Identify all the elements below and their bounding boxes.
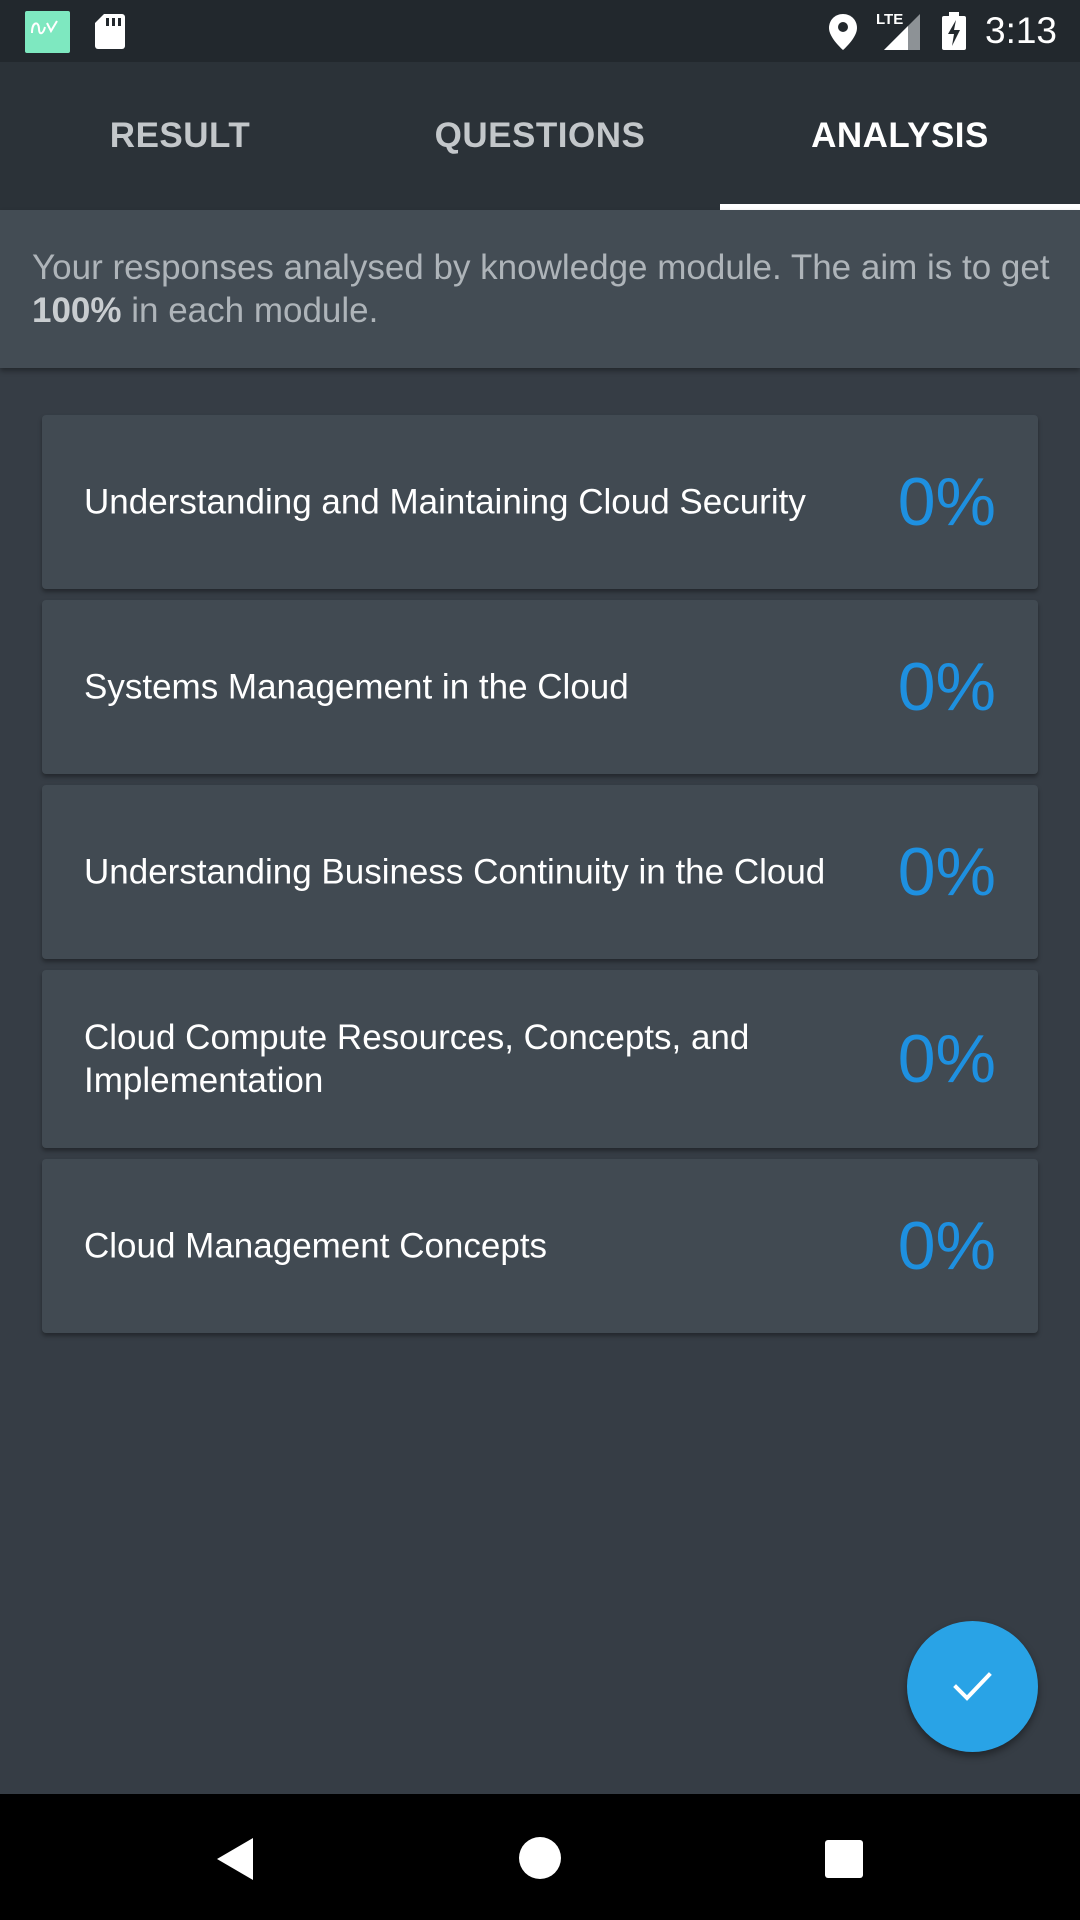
home-icon[interactable]	[518, 1836, 562, 1880]
tab-analysis[interactable]: ANALYSIS	[720, 62, 1080, 210]
sd-card-icon	[94, 12, 126, 50]
recents-icon[interactable]	[824, 1839, 864, 1879]
intro-text: Your responses analysed by knowledge mod…	[32, 246, 1052, 332]
status-bar: LTE 3:13	[0, 0, 1080, 62]
location-icon	[828, 13, 858, 51]
status-time: 3:13	[985, 10, 1058, 51]
module-score: 0%	[897, 834, 996, 910]
module-score: 0%	[897, 464, 996, 540]
module-card[interactable]: Understanding Business Continuity in the…	[42, 785, 1038, 959]
module-card[interactable]: Understanding and Maintaining Cloud Secu…	[42, 415, 1038, 589]
module-card[interactable]: Cloud Management Concepts 0%	[42, 1159, 1038, 1333]
module-name: Understanding Business Continuity in the…	[84, 852, 826, 892]
app-icon	[25, 11, 70, 53]
intro-text-after: in each module.	[121, 291, 379, 330]
done-fab-button[interactable]	[907, 1621, 1038, 1752]
back-icon[interactable]	[215, 1836, 255, 1882]
module-card[interactable]: Cloud Compute Resources, Concepts, and I…	[42, 970, 1038, 1148]
tab-questions[interactable]: QUESTIONS	[360, 62, 720, 210]
module-name: Cloud Management Concepts	[84, 1226, 548, 1266]
module-name: Cloud Compute Resources, Concepts, and I…	[84, 1018, 750, 1100]
module-name: Understanding and Maintaining Cloud Secu…	[84, 482, 806, 522]
check-icon	[953, 1672, 992, 1701]
intro-text-before: Your responses analysed by knowledge mod…	[32, 248, 1050, 287]
system-nav-bar	[0, 1794, 1080, 1920]
module-name: Systems Management in the Cloud	[84, 667, 629, 707]
module-score: 0%	[897, 1021, 996, 1097]
module-score: 0%	[897, 649, 996, 725]
module-score: 0%	[897, 1208, 996, 1284]
intro-emphasis: 100%	[32, 291, 122, 330]
tab-bar: RESULT QUESTIONS ANALYSIS	[0, 62, 1080, 210]
analysis-screen: LTE 3:13 RESULT QUESTIONS ANALYSIS Your …	[0, 0, 1080, 1920]
intro-banner: Your responses analysed by knowledge mod…	[0, 210, 1080, 368]
network-type-label: LTE	[876, 11, 904, 28]
tab-result[interactable]: RESULT	[0, 62, 360, 210]
battery-charging-icon	[941, 12, 967, 50]
module-card[interactable]: Systems Management in the Cloud 0%	[42, 600, 1038, 774]
